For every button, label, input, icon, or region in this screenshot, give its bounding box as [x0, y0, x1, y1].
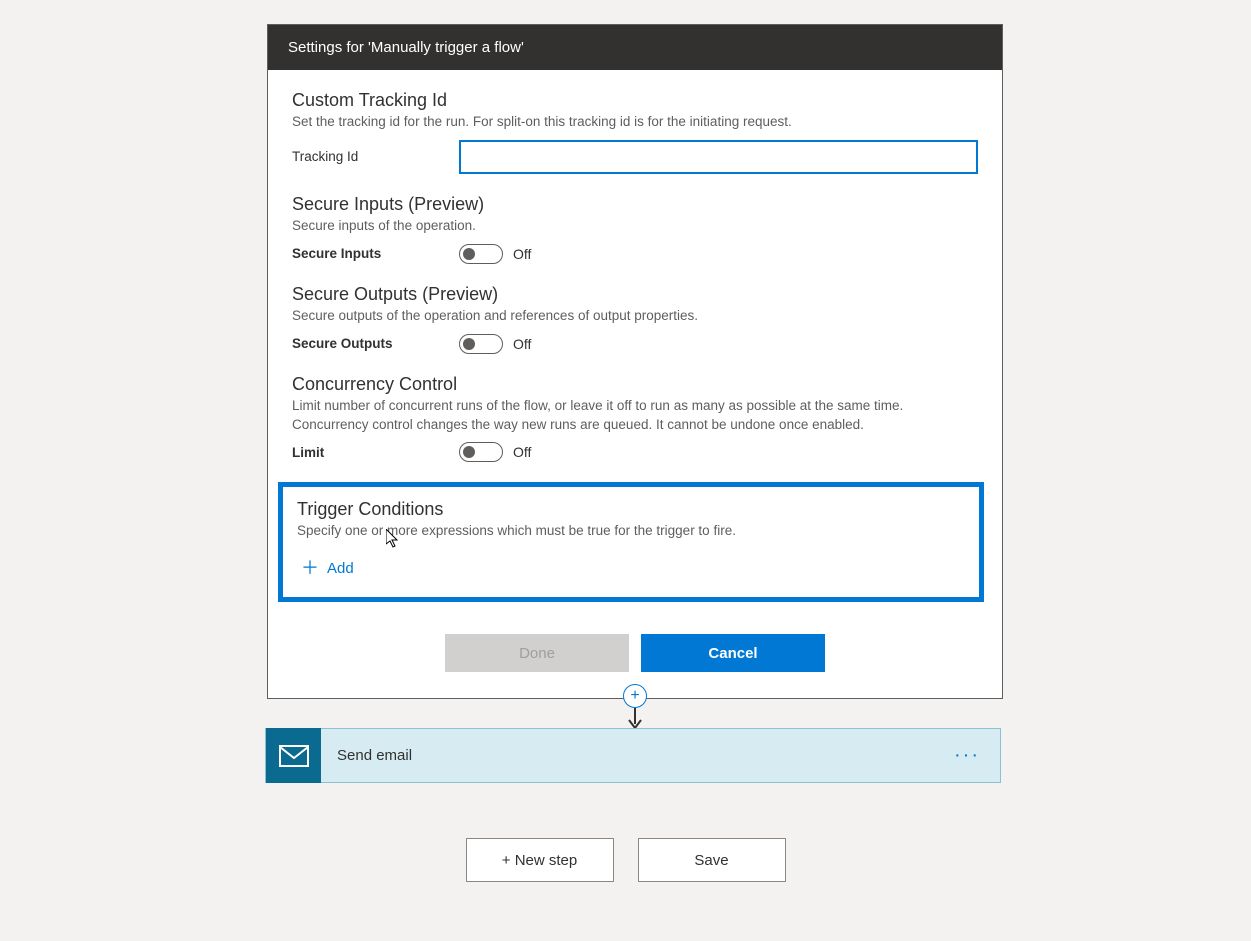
- section-title: Concurrency Control: [292, 374, 978, 395]
- plus-icon: ＋: [301, 559, 319, 577]
- bottom-buttons: + New step Save: [0, 838, 1251, 882]
- toggle-state: Off: [513, 336, 531, 352]
- tracking-id-label: Tracking Id: [292, 149, 447, 164]
- add-label: Add: [327, 560, 354, 577]
- insert-step-button[interactable]: +: [623, 684, 647, 708]
- secure-outputs-label: Secure Outputs: [292, 336, 447, 351]
- cancel-button[interactable]: Cancel: [641, 634, 825, 672]
- section-title: Secure Outputs (Preview): [292, 284, 978, 305]
- tracking-id-input[interactable]: [459, 140, 978, 174]
- send-email-action[interactable]: Send email ···: [265, 728, 1001, 783]
- section-description: Set the tracking id for the run. For spl…: [292, 113, 978, 132]
- action-label: Send email: [321, 747, 934, 764]
- save-button[interactable]: Save: [638, 838, 786, 882]
- limit-toggle[interactable]: [459, 442, 503, 462]
- secure-inputs-toggle[interactable]: [459, 244, 503, 264]
- done-button: Done: [445, 634, 629, 672]
- section-title: Custom Tracking Id: [292, 90, 978, 111]
- section-title: Trigger Conditions: [297, 499, 965, 520]
- section-description: Limit number of concurrent runs of the f…: [292, 397, 978, 435]
- toggle-state: Off: [513, 444, 531, 460]
- flow-connector: +: [621, 684, 649, 730]
- action-menu-button[interactable]: ···: [934, 744, 1000, 767]
- arrow-down-icon: [626, 708, 644, 730]
- concurrency-section: Concurrency Control Limit number of conc…: [292, 374, 978, 463]
- panel-body: Custom Tracking Id Set the tracking id f…: [268, 70, 1002, 698]
- secure-outputs-toggle[interactable]: [459, 334, 503, 354]
- section-description: Specify one or more expressions which mu…: [297, 522, 965, 541]
- section-description: Secure inputs of the operation.: [292, 217, 978, 236]
- new-step-button[interactable]: + New step: [466, 838, 614, 882]
- section-title: Secure Inputs (Preview): [292, 194, 978, 215]
- add-button[interactable]: ＋ Add: [297, 553, 358, 583]
- settings-panel: Settings for 'Manually trigger a flow' C…: [267, 24, 1003, 699]
- panel-title: Settings for 'Manually trigger a flow': [268, 25, 1002, 70]
- mail-icon: [266, 728, 321, 783]
- toggle-state: Off: [513, 246, 531, 262]
- trigger-conditions-section: Trigger Conditions Specify one or more e…: [278, 482, 984, 602]
- custom-tracking-section: Custom Tracking Id Set the tracking id f…: [292, 90, 978, 174]
- secure-inputs-label: Secure Inputs: [292, 246, 447, 261]
- footer-buttons: Done Cancel: [292, 602, 978, 680]
- secure-inputs-section: Secure Inputs (Preview) Secure inputs of…: [292, 194, 978, 264]
- limit-label: Limit: [292, 445, 447, 460]
- section-description: Secure outputs of the operation and refe…: [292, 307, 978, 326]
- secure-outputs-section: Secure Outputs (Preview) Secure outputs …: [292, 284, 978, 354]
